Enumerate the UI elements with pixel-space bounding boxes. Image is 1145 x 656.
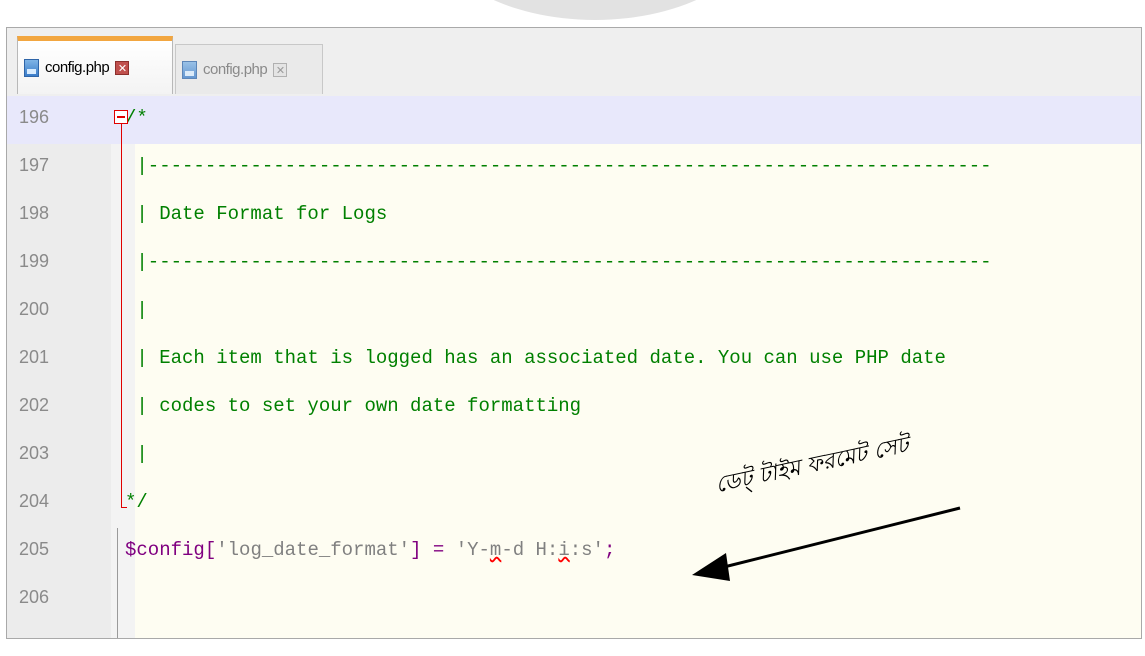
- code-semicolon: ;: [603, 539, 616, 561]
- line-code: | codes to set your own date formatting: [125, 395, 582, 417]
- editor-window: config.php ✕ config.php ✕ 196 /* 197 |--…: [6, 27, 1142, 639]
- code-string-value-c: -d H:: [501, 539, 559, 561]
- line-code: */: [125, 491, 148, 513]
- line-number: 199: [19, 251, 50, 271]
- code-line[interactable]: 202 | codes to set your own date formatt…: [7, 384, 1141, 432]
- line-number: 203: [19, 443, 50, 463]
- code-string-value-d: i: [558, 539, 570, 561]
- line-number: 198: [19, 203, 50, 223]
- line-code: |: [125, 443, 148, 465]
- code-assign: =: [421, 539, 456, 561]
- code-line[interactable]: 203 |: [7, 432, 1141, 480]
- code-line[interactable]: 200 |: [7, 288, 1141, 336]
- line-code: | Date Format for Logs: [125, 203, 388, 225]
- line-code: /*: [125, 107, 148, 129]
- watermark-arc: [430, 0, 760, 20]
- close-icon[interactable]: ✕: [115, 60, 130, 75]
- file-icon: [24, 58, 39, 77]
- line-number: 196: [19, 107, 50, 127]
- line-number: 202: [19, 395, 50, 415]
- code-line[interactable]: 204 */: [7, 480, 1141, 528]
- line-code: | Each item that is logged has an associ…: [125, 347, 946, 369]
- code-editor[interactable]: 196 /* 197 |----------------------------…: [7, 96, 1141, 638]
- fold-end-marker: [121, 507, 127, 508]
- line-number: 206: [19, 587, 50, 607]
- line-number: 205: [19, 539, 50, 559]
- line-number: 201: [19, 347, 50, 367]
- code-string-value-e: :s': [569, 539, 604, 561]
- fold-collapse-icon[interactable]: [114, 110, 128, 124]
- tab-bar: config.php ✕ config.php ✕: [7, 28, 1141, 96]
- code-variable: $config: [125, 539, 205, 561]
- close-icon[interactable]: ✕: [273, 62, 288, 77]
- line-number: 204: [19, 491, 50, 511]
- line-code: |: [125, 299, 148, 321]
- line-number: 197: [19, 155, 50, 175]
- line-code: |---------------------------------------…: [125, 155, 992, 177]
- fold-guide-line: [121, 124, 122, 508]
- code-bracket-open: [: [204, 539, 217, 561]
- code-line[interactable]: 199 |-----------------------------------…: [7, 240, 1141, 288]
- line-code: $config['log_date_format'] = 'Y-m-d H:i:…: [125, 539, 615, 561]
- tab-config-php-active[interactable]: config.php ✕: [17, 36, 173, 94]
- code-line[interactable]: 206: [7, 576, 1141, 624]
- gutter-divider: [117, 528, 118, 638]
- code-string-value-b: m: [489, 539, 502, 561]
- code-string-key: 'log_date_format': [216, 539, 411, 561]
- code-line[interactable]: 196 /*: [7, 96, 1141, 144]
- code-string-value-a: 'Y-: [455, 539, 490, 561]
- code-line[interactable]: 205 $config['log_date_format'] = 'Y-m-d …: [7, 528, 1141, 576]
- code-line[interactable]: 197 |-----------------------------------…: [7, 144, 1141, 192]
- code-bracket-close: ]: [410, 539, 422, 561]
- code-line[interactable]: 198 | Date Format for Logs: [7, 192, 1141, 240]
- code-line[interactable]: 201 | Each item that is logged has an as…: [7, 336, 1141, 384]
- line-code: |---------------------------------------…: [125, 251, 992, 273]
- line-number: 200: [19, 299, 50, 319]
- tab-config-php-inactive[interactable]: config.php ✕: [175, 44, 323, 94]
- file-icon: [182, 60, 197, 79]
- tab-label: config.php: [203, 61, 268, 78]
- tab-label: config.php: [45, 59, 110, 76]
